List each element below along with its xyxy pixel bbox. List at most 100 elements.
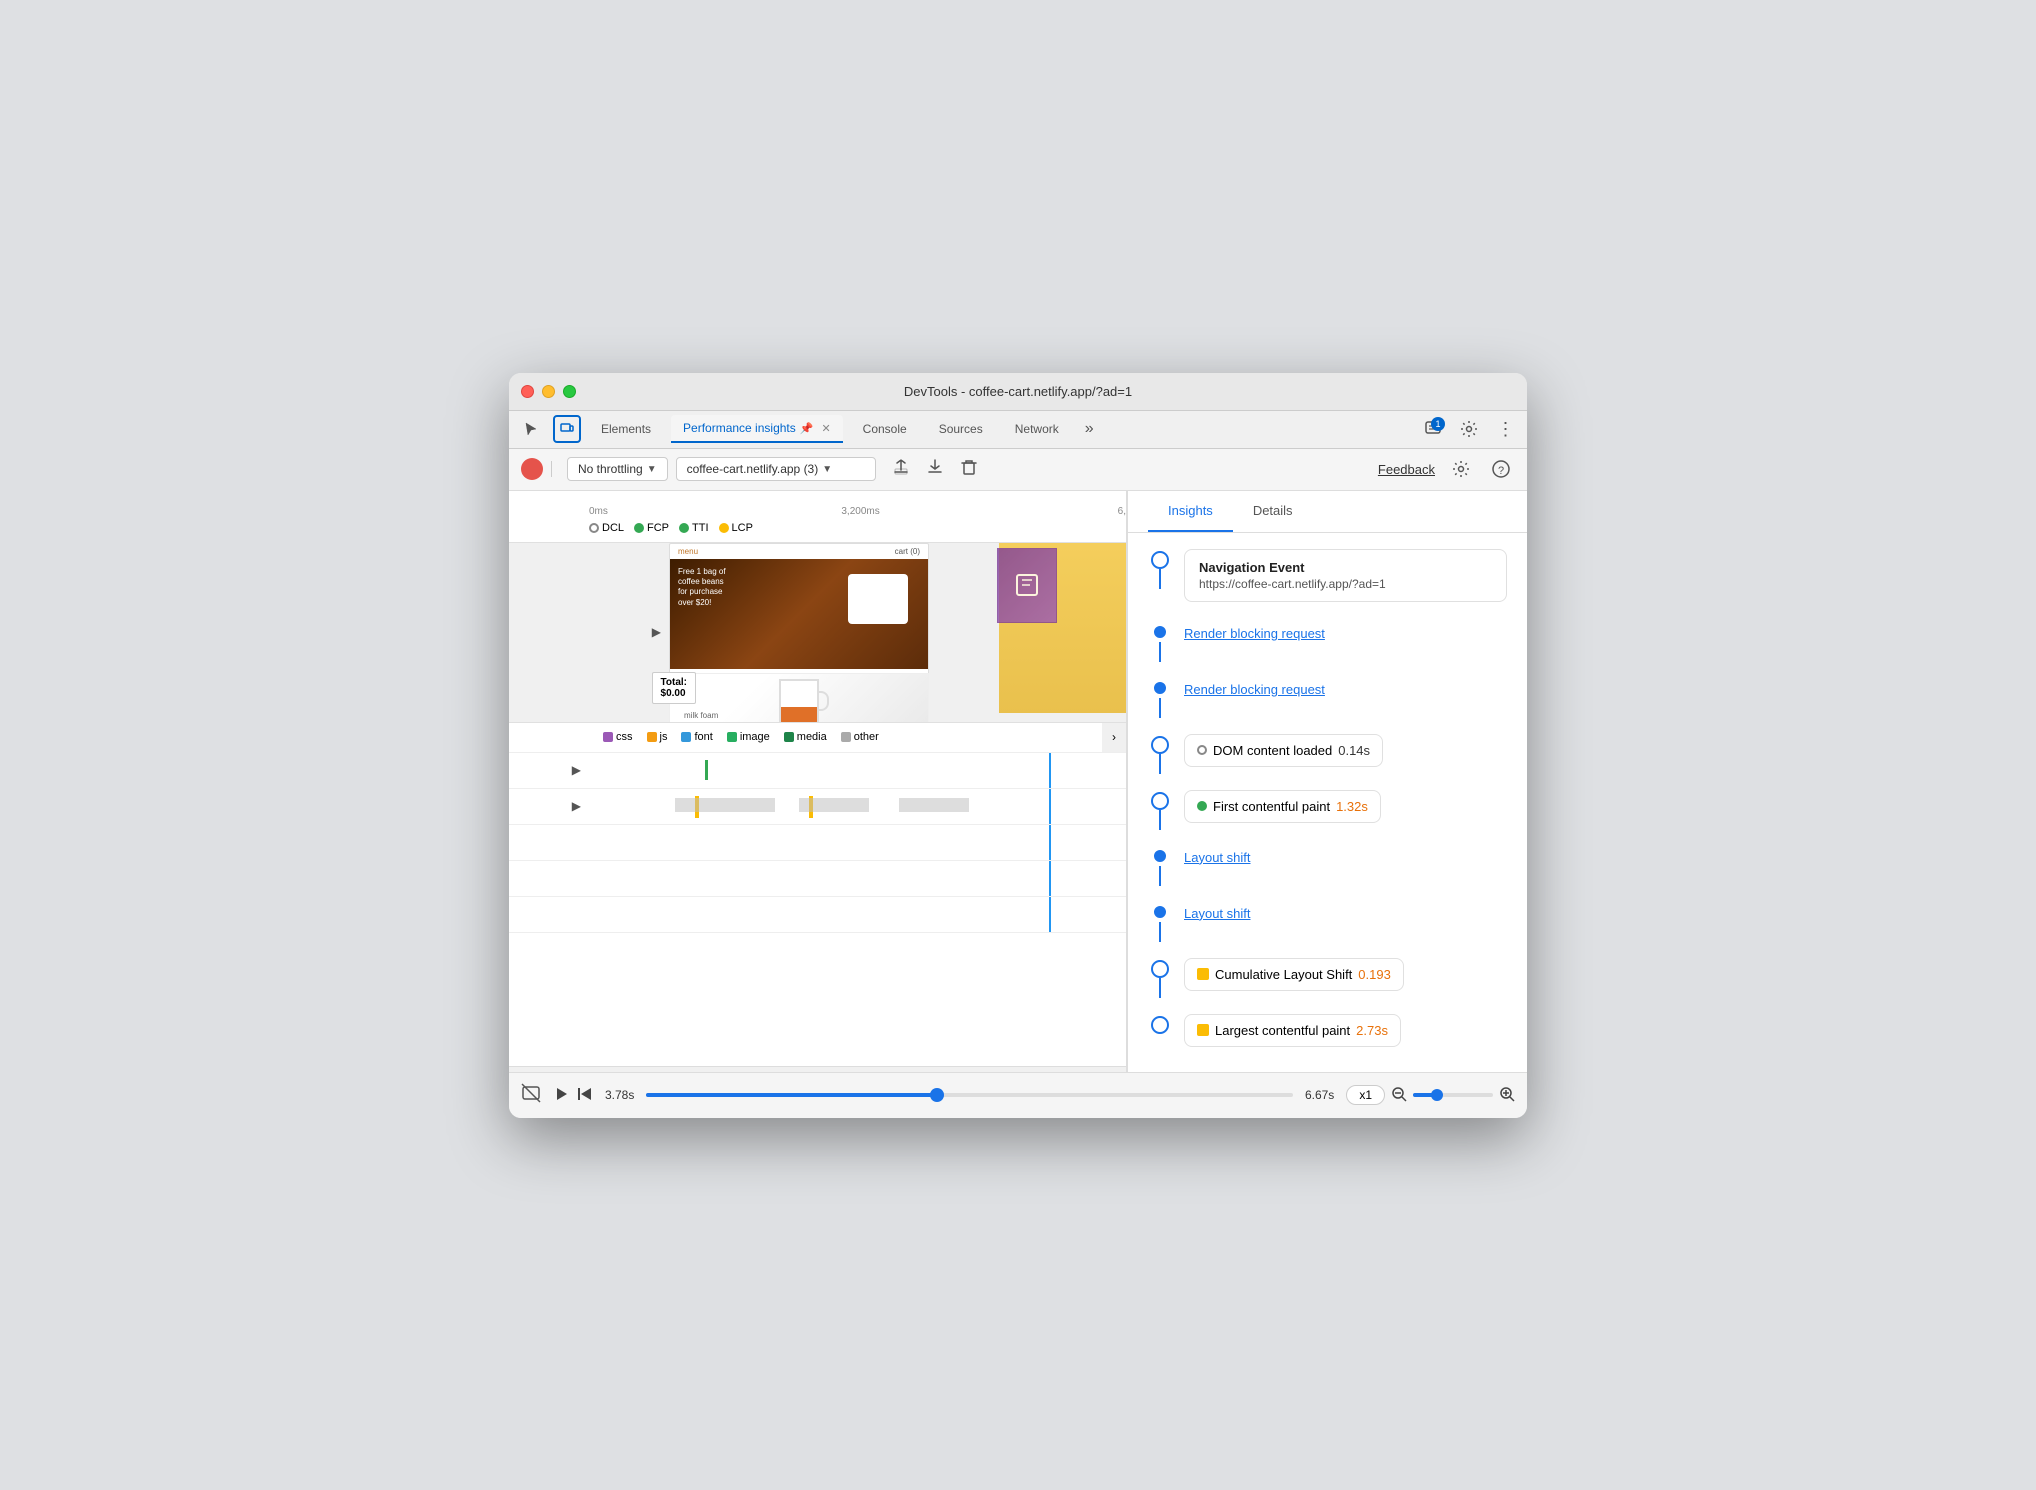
- connector-line-5: [1159, 810, 1161, 830]
- close-button[interactable]: [521, 385, 534, 398]
- minimize-button[interactable]: [542, 385, 555, 398]
- insight-render-blocking-1: Render blocking request: [1148, 622, 1507, 662]
- network-row-5: [509, 897, 1126, 933]
- insights-content[interactable]: Navigation Event https://coffee-cart.net…: [1128, 533, 1527, 1072]
- tab-console[interactable]: Console: [851, 416, 919, 442]
- insight-render-blocking-2: Render blocking request: [1148, 678, 1507, 718]
- layout-shift-link-1[interactable]: Layout shift: [1184, 850, 1251, 865]
- network-row-4: [509, 861, 1126, 897]
- more-options-icon[interactable]: ⋮: [1491, 415, 1519, 443]
- navigation-event-card: Navigation Event https://coffee-cart.net…: [1184, 549, 1507, 602]
- settings-icon[interactable]: [1455, 415, 1483, 443]
- devtools-window: DevTools - coffee-cart.netlify.app/?ad=1…: [509, 373, 1527, 1118]
- tab-sources[interactable]: Sources: [927, 416, 995, 442]
- connector-line-1: [1159, 569, 1161, 589]
- screenshot-row: ▶ menu cart (0) Free 1 bag ofcoffee bean…: [509, 543, 1126, 723]
- zoom-slider[interactable]: [1413, 1093, 1493, 1097]
- help-icon[interactable]: ?: [1487, 455, 1515, 483]
- connector-9: [1148, 1014, 1172, 1034]
- throttling-dropdown[interactable]: No throttling ▼: [567, 457, 668, 481]
- row1-expand[interactable]: ▶: [572, 763, 581, 777]
- progress-thumb[interactable]: [930, 1088, 944, 1102]
- connector-6: [1148, 846, 1172, 886]
- speed-selector[interactable]: x1: [1346, 1085, 1385, 1105]
- device-toggle-icon[interactable]: [553, 415, 581, 443]
- tab-network[interactable]: Network: [1003, 416, 1071, 442]
- total-box: Total: $0.00: [652, 672, 696, 704]
- timeline-scrubber[interactable]: [646, 1093, 1293, 1097]
- green-dot-icon: [1197, 801, 1207, 811]
- legend-css: css: [603, 731, 633, 743]
- fcp-badge: First contentful paint 1.32s: [1184, 790, 1381, 823]
- frame-thumbnail: [997, 548, 1057, 623]
- more-tabs-button[interactable]: »: [1079, 416, 1100, 442]
- toolbar-actions: [888, 456, 982, 483]
- feedback-link[interactable]: Feedback: [1378, 462, 1435, 477]
- zoom-out-icon[interactable]: [1391, 1086, 1407, 1105]
- milk-foam-label: milk foam: [684, 711, 718, 720]
- download-icon[interactable]: [922, 456, 948, 483]
- layout-shift-link-2[interactable]: Layout shift: [1184, 906, 1251, 921]
- timeline-panel: 0ms 3,200ms 6, DCL FCP: [509, 491, 1127, 1072]
- upload-icon[interactable]: [888, 456, 914, 483]
- lcp-orange-square-icon: [1197, 1024, 1209, 1036]
- tab-bar-right: 1 ⋮: [1419, 415, 1519, 443]
- tti-marker: TTI: [679, 522, 709, 534]
- chat-icon[interactable]: 1: [1419, 415, 1447, 443]
- tab-close-icon[interactable]: ✕: [821, 422, 830, 435]
- fcp-circle: [1151, 792, 1169, 810]
- tab-bar: Elements Performance insights 📌 ✕ Consol…: [509, 411, 1527, 449]
- insights-tabs: Insights Details: [1128, 491, 1527, 533]
- connector-line-4: [1159, 754, 1161, 774]
- network-row-3: [509, 825, 1126, 861]
- cursor-icon[interactable]: [517, 415, 545, 443]
- connector-line-8: [1159, 978, 1161, 998]
- row2-expand[interactable]: ▶: [572, 799, 581, 813]
- dom-circle: [1151, 736, 1169, 754]
- playhead-net5: [1049, 897, 1051, 932]
- chat-badge: 1: [1431, 417, 1445, 431]
- insights-tab-insights[interactable]: Insights: [1148, 491, 1233, 532]
- zoom-thumb[interactable]: [1431, 1089, 1443, 1101]
- render-blocking-link-2[interactable]: Render blocking request: [1184, 682, 1325, 697]
- insight-dom-loaded: DOM content loaded 0.14s: [1148, 734, 1507, 774]
- small-circle-2: [1154, 682, 1166, 694]
- lcp-circle: [1151, 1016, 1169, 1034]
- url-dropdown[interactable]: coffee-cart.netlify.app (3) ▼: [676, 457, 876, 481]
- toolbar: No throttling ▼ coffee-cart.netlify.app …: [509, 449, 1527, 491]
- legend-media: media: [784, 731, 827, 743]
- zoom-controls: x1: [1346, 1085, 1515, 1105]
- tab-performance-insights[interactable]: Performance insights 📌 ✕: [671, 415, 843, 443]
- title-bar: DevTools - coffee-cart.netlify.app/?ad=1: [509, 373, 1527, 411]
- delete-icon[interactable]: [956, 456, 982, 483]
- no-screenshots-icon[interactable]: [521, 1083, 541, 1108]
- playhead-net: [1049, 753, 1051, 788]
- cls-circle: [1151, 960, 1169, 978]
- insight-cls: Cumulative Layout Shift 0.193: [1148, 958, 1507, 998]
- timeline-header: 0ms 3,200ms 6, DCL FCP: [509, 491, 1126, 543]
- legend-collapse-btn[interactable]: ›: [1102, 723, 1126, 752]
- gear-icon[interactable]: [1447, 455, 1475, 483]
- maximize-button[interactable]: [563, 385, 576, 398]
- connector-7: [1148, 902, 1172, 942]
- insights-tab-details[interactable]: Details: [1233, 491, 1313, 532]
- fcp-marker: FCP: [634, 522, 669, 534]
- toolbar-right: Feedback ?: [1378, 455, 1515, 483]
- legend-row: css js font image media: [509, 723, 1126, 753]
- dom-loaded-badge: DOM content loaded 0.14s: [1184, 734, 1383, 767]
- play-button[interactable]: [553, 1086, 569, 1105]
- progress-fill: [646, 1093, 937, 1097]
- tab-elements[interactable]: Elements: [589, 416, 663, 442]
- legend-other: other: [841, 731, 879, 743]
- legend-image: image: [727, 731, 770, 743]
- zoom-in-icon[interactable]: [1499, 1086, 1515, 1105]
- chevron-down-icon: ▼: [822, 464, 832, 475]
- lcp-badge: Largest contentful paint 2.73s: [1184, 1014, 1401, 1047]
- connector-4: [1148, 734, 1172, 774]
- go-to-start-button[interactable]: [577, 1086, 593, 1105]
- record-button[interactable]: [521, 458, 543, 480]
- screenshot-expand-arrow[interactable]: ▶: [652, 625, 661, 639]
- chevron-down-icon: ▼: [647, 464, 657, 475]
- connector-line-7: [1159, 922, 1161, 942]
- render-blocking-link-1[interactable]: Render blocking request: [1184, 626, 1325, 641]
